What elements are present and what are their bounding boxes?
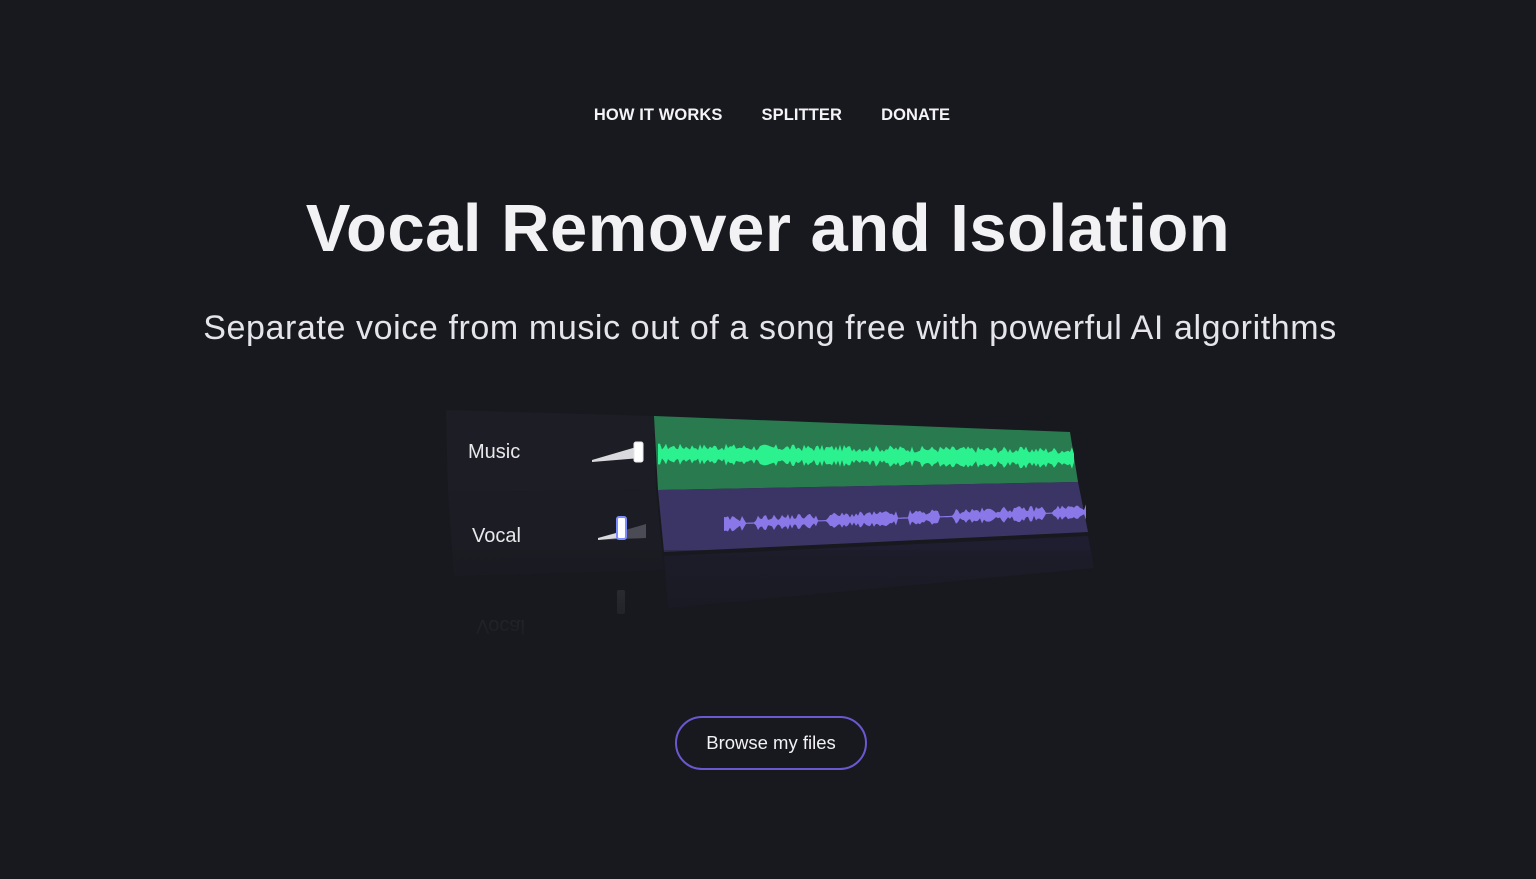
top-nav: HOW IT WORKS SPLITTER DONATE [0, 106, 1536, 125]
music-track-label: Music [468, 441, 520, 463]
mixer-illustration: Vocal Music Vocal [446, 410, 1096, 648]
page-title: Vocal Remover and Isolation [305, 191, 1231, 266]
reflection-fade [446, 550, 1096, 648]
nav-donate[interactable]: DONATE [881, 106, 950, 125]
browse-files-button[interactable]: Browse my files [675, 716, 867, 770]
nav-how-it-works[interactable]: HOW IT WORKS [594, 106, 723, 125]
nav-splitter[interactable]: SPLITTER [762, 106, 843, 125]
vocal-track-label: Vocal [472, 525, 521, 547]
page-subtitle: Separate voice from music out of a song … [203, 309, 1337, 347]
